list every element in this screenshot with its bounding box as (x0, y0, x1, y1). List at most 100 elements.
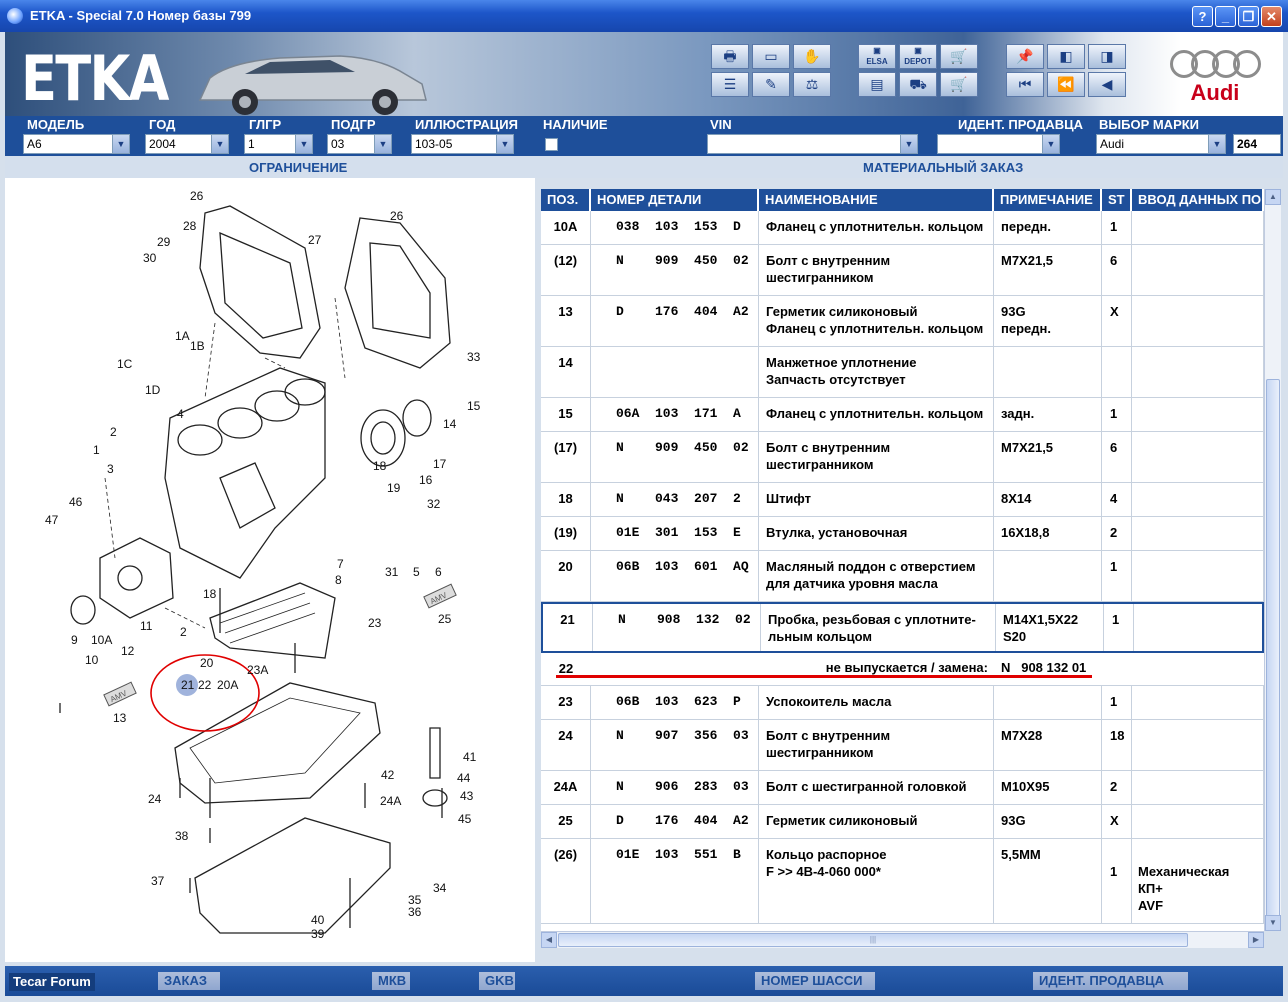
svg-text:32: 32 (427, 497, 441, 511)
table-row[interactable]: 25 D 176 404 A2 Герметик силиконовый 93G X (541, 805, 1264, 839)
table-row[interactable]: 24 N 907 356 03 Болт с внутренним шестигран… (541, 720, 1264, 771)
replacement-row[interactable]: 22 не выпускается / замена: N 908 132 01 (541, 653, 1264, 686)
table-row[interactable]: 21 N 908 132 02 Пробка, резьбовая с уплотн… (541, 602, 1264, 653)
vertical-scrollbar[interactable]: ▲ ▼ (1264, 189, 1281, 931)
sub-row-pos: 22 (558, 661, 574, 676)
column-header[interactable]: ВВОД ДАННЫХ ПО (1132, 189, 1264, 211)
close-button[interactable]: ✕ (1261, 6, 1282, 27)
note-line: M10X95 (1001, 779, 1050, 794)
pin-icon[interactable]: 📌 (1006, 44, 1044, 69)
cell-description: Болт с внутренним шестигранником (759, 720, 994, 770)
svg-text:34: 34 (433, 881, 447, 895)
dealer-id-button[interactable]: ИДЕНТ. ПРОДАВЦА (1033, 972, 1188, 990)
table-row[interactable]: 15 06A 103 171 A Фланец с уплотнительн. ко… (541, 398, 1264, 432)
print-icon[interactable]: 🖶 (711, 44, 749, 69)
dealer-select[interactable]: ▼ (937, 134, 1060, 154)
model-select[interactable]: A6 ▼ (23, 134, 130, 154)
material-order-link[interactable]: МАТЕРИАЛЬНЫЙ ЗАКАЗ (863, 160, 1023, 175)
restriction-link[interactable]: ОГРАНИЧЕНИЕ (249, 160, 347, 175)
brand-select[interactable]: Audi ▼ (1096, 134, 1226, 154)
note-line: M7X21,5 (1001, 440, 1054, 455)
vin-input[interactable]: ▼ (707, 134, 918, 154)
table-row[interactable]: (19) 01E 301 153 E Втулка, установочная 16X… (541, 517, 1264, 551)
exploded-diagram[interactable]: 262627 282930 331A1B 1C1D4 15142 13 18 17… (5, 178, 535, 962)
table-row[interactable]: (17) N 909 450 02 Болт с внутренним шестигр… (541, 432, 1264, 483)
cell-quantity: 1 (1102, 686, 1132, 719)
column-header[interactable]: ПОЗ. (541, 189, 591, 211)
chassis-number-button[interactable]: НОМЕР ШАССИ (755, 972, 875, 990)
subgroup-select[interactable]: 03 ▼ (327, 134, 392, 154)
scroll-right-icon[interactable]: ▶ (1248, 932, 1264, 948)
handshake-icon[interactable]: ✋ (793, 44, 831, 69)
chevron-down-icon[interactable]: ▼ (496, 135, 513, 153)
horizontal-scrollbar[interactable]: ◀ ||| ▶ (541, 931, 1264, 948)
depot-icon[interactable]: ▣ DEPOT (899, 44, 937, 69)
back-icon[interactable]: ◀ (1088, 72, 1126, 97)
column-header[interactable]: НАИМЕНОВАНИЕ (759, 189, 994, 211)
chevron-down-icon[interactable]: ▼ (1208, 135, 1225, 153)
pencil-icon[interactable]: ✎ (752, 72, 790, 97)
availability-checkbox[interactable] (545, 138, 558, 151)
year-select[interactable]: 2004 ▼ (145, 134, 229, 154)
chevron-down-icon[interactable]: ▼ (211, 135, 228, 153)
description-line: Штифт (766, 491, 811, 506)
column-header[interactable]: НОМЕР ДЕТАЛИ (591, 189, 759, 211)
main-group-select[interactable]: 1 ▼ (244, 134, 313, 154)
chevron-down-icon[interactable]: ▼ (1042, 135, 1059, 153)
vertical-scroll-thumb[interactable] (1266, 379, 1280, 919)
cell-quantity: 2 (1102, 771, 1132, 804)
elsa-icon[interactable]: ▣ ELSA (858, 44, 896, 69)
column-header[interactable]: ST (1102, 189, 1132, 211)
chevron-down-icon[interactable]: ▼ (900, 135, 917, 153)
list-icon[interactable]: ☰ (711, 72, 749, 97)
chevron-down-icon[interactable]: ▼ (295, 135, 312, 153)
svg-text:13: 13 (113, 711, 127, 725)
table-row[interactable]: 18 N 043 207 2 Штифт 8X14 4 (541, 483, 1264, 517)
table-row[interactable]: 10A 038 103 153 D Фланец с уплотнительн. к… (541, 211, 1264, 245)
table-row[interactable]: 14 Манжетное уплотнение Запчасть отсутству… (541, 347, 1264, 398)
table-row[interactable]: (26) 01E 103 551 B Кольцо распорное F >> 4B… (541, 839, 1264, 924)
page-forward-icon[interactable]: ◨ (1088, 44, 1126, 69)
cell-description: Болт с внутренним шестигранником (759, 245, 994, 295)
page-back-icon[interactable]: ◧ (1047, 44, 1085, 69)
terminal-icon[interactable]: ▤ (858, 72, 896, 97)
chevron-down-icon[interactable]: ▼ (374, 135, 391, 153)
illustration-select[interactable]: 103-05 ▼ (411, 134, 514, 154)
horizontal-scroll-thumb[interactable]: ||| (558, 933, 1188, 947)
svg-text:20: 20 (200, 656, 214, 670)
chevron-down-icon[interactable]: ▼ (112, 135, 129, 153)
table-row[interactable]: 20 06B 103 601 AQ Масляный поддон с отверс… (541, 551, 1264, 602)
cart-multi-icon[interactable]: 🛒 (940, 44, 978, 69)
customer-car-icon[interactable]: ⛟ (899, 72, 937, 97)
entry-line: КП+ (1138, 881, 1163, 896)
description-line: льным кольцом (768, 629, 873, 644)
svg-text:1D: 1D (145, 383, 161, 397)
svg-text:24: 24 (148, 792, 162, 806)
step-back-icon[interactable]: ⏪ (1047, 72, 1085, 97)
scroll-up-icon[interactable]: ▲ (1265, 189, 1281, 205)
first-icon[interactable]: ⏮ (1006, 72, 1044, 97)
order-button[interactable]: ЗАКАЗ (158, 972, 220, 990)
svg-text:26: 26 (190, 189, 204, 203)
forum-label: Tecar Forum (9, 973, 95, 991)
app-icon[interactable] (7, 8, 23, 24)
svg-text:5: 5 (413, 565, 420, 579)
table-row[interactable]: 24A N 906 283 03 Болт с шестигранной голов… (541, 771, 1264, 805)
maximize-button[interactable]: ❐ (1238, 6, 1259, 27)
screen-icon[interactable]: ▭ (752, 44, 790, 69)
scroll-left-icon[interactable]: ◀ (541, 932, 557, 948)
mkb-button[interactable]: МКВ (372, 972, 410, 990)
help-button[interactable]: ? (1192, 6, 1213, 27)
description-line: шестигранником (766, 745, 874, 760)
minimize-button[interactable]: _ (1215, 6, 1236, 27)
table-row[interactable]: 13 D 176 404 A2 Герметик силиконовый Фланец… (541, 296, 1264, 347)
column-header[interactable]: ПРИМЕЧАНИЕ (994, 189, 1102, 211)
cell-description: Масляный поддон с отверстием для датчика … (759, 551, 994, 601)
table-row[interactable]: 23 06B 103 623 P Успокоитель масла 1 (541, 686, 1264, 720)
table-row[interactable]: (12) N 909 450 02 Болт с внутренним шестигр… (541, 245, 1264, 296)
cart-icon[interactable]: 🛒 (940, 72, 978, 97)
gkb-button[interactable]: GKB (479, 972, 515, 990)
scroll-down-icon[interactable]: ▼ (1265, 915, 1281, 931)
scale-icon[interactable]: ⚖ (793, 72, 831, 97)
dealer-label: ИДЕНТ. ПРОДАВЦА (958, 117, 1084, 132)
